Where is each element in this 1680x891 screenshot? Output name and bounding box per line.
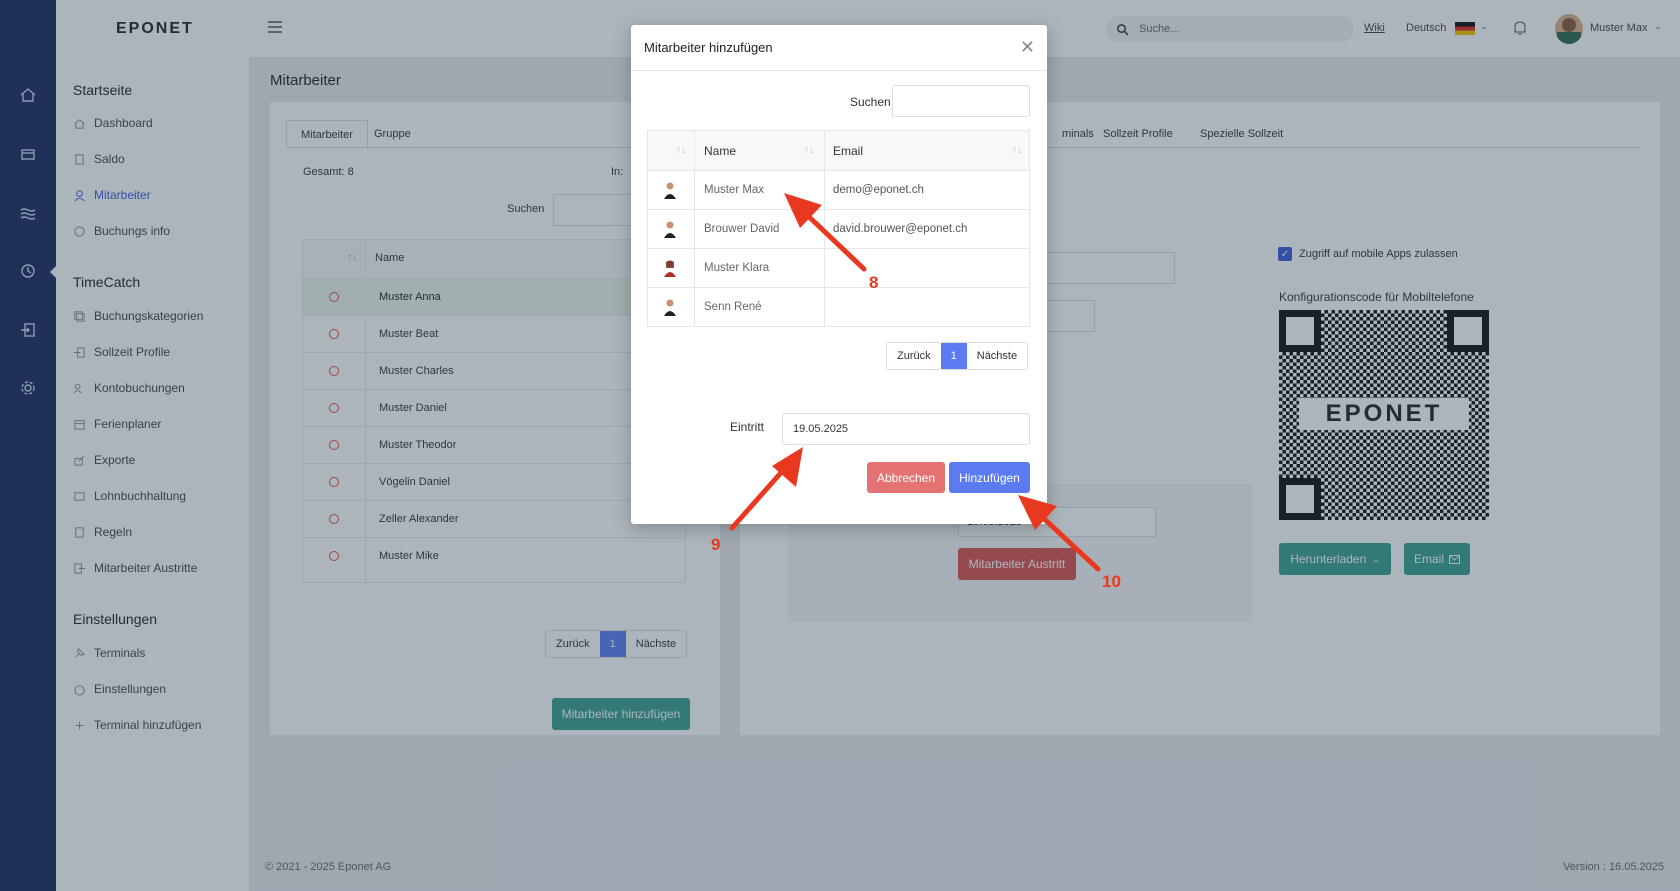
- cancel-button[interactable]: Abbrechen: [867, 462, 945, 493]
- sort-icon[interactable]: ↑↓: [1012, 131, 1022, 170]
- modal-pagination: Zurück 1 Nächste: [886, 342, 1029, 370]
- entry-date-input[interactable]: 19.05.2025: [782, 413, 1030, 445]
- annotation-8: 8: [869, 273, 879, 292]
- male-avatar-icon: [664, 182, 676, 199]
- annotation-9: 9: [711, 535, 721, 554]
- column-email[interactable]: Email: [833, 131, 863, 170]
- sort-icon[interactable]: ↑↓: [676, 131, 686, 170]
- sort-icon[interactable]: ↑↓: [804, 131, 814, 170]
- close-icon[interactable]: ✕: [1020, 37, 1035, 58]
- add-button[interactable]: Hinzufügen: [949, 462, 1030, 493]
- add-employee-modal: Mitarbeiter hinzufügen ✕ Suchen ↑↓ Name …: [631, 25, 1047, 524]
- annotation-10: 10: [1102, 572, 1121, 591]
- modal-search-label: Suchen: [850, 95, 891, 109]
- entry-date-label: Eintritt: [730, 420, 765, 434]
- table-row[interactable]: Senn René: [648, 287, 1029, 326]
- pager-page[interactable]: 1: [940, 343, 967, 369]
- male-avatar-icon: [664, 299, 676, 316]
- table-row[interactable]: Brouwer David david.brouwer@eponet.ch: [648, 209, 1029, 248]
- table-row[interactable]: Muster Klara: [648, 248, 1029, 287]
- pager-prev[interactable]: Zurück: [887, 343, 941, 369]
- modal-search-input[interactable]: [892, 85, 1030, 117]
- male-avatar-icon: [664, 221, 676, 238]
- pager-next[interactable]: Nächste: [966, 343, 1028, 369]
- table-row[interactable]: Muster Max demo@eponet.ch: [648, 170, 1029, 209]
- female-avatar-icon: [664, 260, 676, 277]
- modal-title: Mitarbeiter hinzufügen: [644, 40, 773, 55]
- modal-header: Mitarbeiter hinzufügen ✕: [631, 25, 1047, 71]
- column-name[interactable]: Name: [704, 131, 736, 170]
- modal-employee-table: ↑↓ Name ↑↓ Email ↑↓ Muster Max demo@epon…: [647, 130, 1030, 327]
